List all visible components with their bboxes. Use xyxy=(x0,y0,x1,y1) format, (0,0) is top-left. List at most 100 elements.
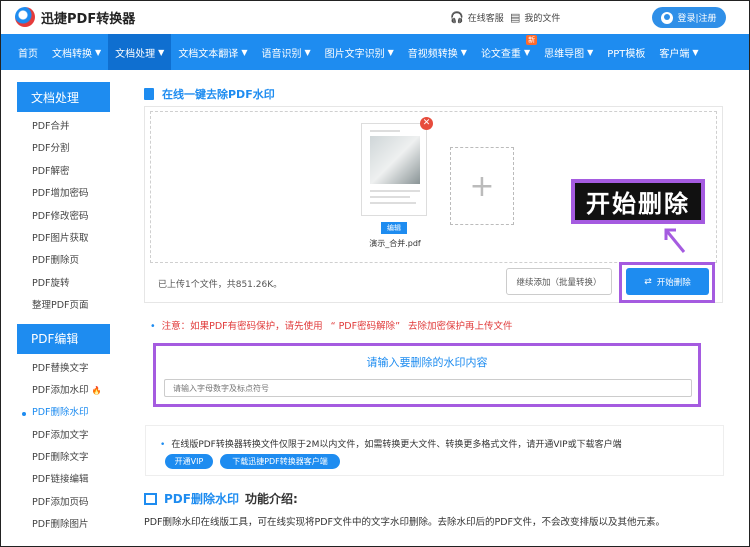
watermark-text-input[interactable] xyxy=(164,379,692,397)
my-files-link[interactable]: ▤ 我的文件 xyxy=(510,11,560,24)
nav-item-label: 论文查重 xyxy=(480,48,521,60)
sidebar-item[interactable]: 整理PDF页面 xyxy=(17,295,110,317)
thumb-line xyxy=(370,202,416,204)
sidebar-item[interactable]: PDF旋转 xyxy=(17,273,110,295)
sidebar-item[interactable]: PDF添加水印 🔥 xyxy=(17,380,110,402)
nav-item-3[interactable]: 文档文本翻译 ▼ xyxy=(171,34,254,70)
edit-tag[interactable]: 编辑 xyxy=(381,222,407,234)
caret-down-icon: ▼ xyxy=(95,47,102,57)
pdf-thumbnail[interactable] xyxy=(361,123,427,216)
nav-item-10[interactable]: 客户端 ▼ xyxy=(652,34,705,70)
continue-add-button[interactable]: 继续添加（批量转换） xyxy=(506,268,612,295)
nav-item-1[interactable]: 文档转换 ▼ xyxy=(45,34,108,70)
upload-status: 已上传1个文件，共851.26K。 xyxy=(158,280,283,290)
new-badge: 新 xyxy=(526,35,538,45)
main-nav: 首页 文档转换 ▼ 文档处理 ▼ 文档文本翻译 ▼ 语音识别 ▼ 图片文字识别 ▼ 音视频转换 ▼ 论文查… xyxy=(1,34,749,70)
top-header: 迅捷PDF转换器 🎧 在线客服 ▤ 我的文件 登录|注册 xyxy=(1,1,749,34)
caret-down-icon: ▼ xyxy=(460,47,467,57)
nav-item-label: 客户端 xyxy=(659,48,690,60)
sidebar-item[interactable]: PDF添加页码 xyxy=(17,492,110,514)
caret-down-icon: ▼ xyxy=(387,47,394,57)
sidebar-item-label: PDF添加文字 xyxy=(32,429,89,441)
thumb-line xyxy=(370,190,420,192)
sidebar-item[interactable]: PDF删除页 xyxy=(17,250,110,272)
caret-down-icon: ▼ xyxy=(692,47,699,57)
feature-intro-description: PDF删除水印在线版工具，可在线实现将PDF文件中的文字水印删除。去除水印后的P… xyxy=(144,517,666,528)
sidebar-item[interactable]: PDF删除图片 xyxy=(17,514,110,536)
feature-intro-title: PDF删除水印 功能介绍: xyxy=(144,490,298,507)
sidebar-item-label: PDF删除图片 xyxy=(32,519,89,531)
sidebar-item[interactable]: PDF分割 xyxy=(17,138,110,160)
password-remove-link[interactable]: “ PDF密码解除” xyxy=(331,321,400,332)
sidebar-list-pdf-edit: PDF替换文字 PDF添加水印 🔥 PDF删除水印 PDF添加文字 PDF删除文字 PDF链… xyxy=(17,354,110,543)
nav-item-label: 思维导图 xyxy=(544,48,585,60)
brand-name: 迅捷PDF转换器 xyxy=(41,11,136,27)
notice-prefix: 注意：如果PDF有密码保护，请先使用 xyxy=(161,321,323,332)
logo-icon xyxy=(15,7,35,27)
sidebar-item[interactable]: PDF合并 xyxy=(17,116,110,138)
thumb-image xyxy=(370,136,420,184)
caret-down-icon: ▼ xyxy=(304,47,311,57)
bullet-icon: • xyxy=(150,321,156,332)
nav-item-label: 图片文字识别 xyxy=(324,48,385,60)
sidebar-group-pdf-edit[interactable]: PDF编辑 xyxy=(17,323,110,354)
nav-item-0[interactable]: 首页 xyxy=(11,34,45,70)
nav-item-6[interactable]: 音视频转换 ▼ xyxy=(401,34,474,70)
sidebar-item-label: PDF删除水印 xyxy=(32,407,89,419)
my-files-label: 我的文件 xyxy=(524,14,561,24)
sidebar-item[interactable]: PDF删除文字 xyxy=(17,447,110,469)
document-icon: ▤ xyxy=(510,11,521,24)
login-register-button[interactable]: 登录|注册 xyxy=(652,7,726,28)
open-vip-button[interactable]: 开通VIP xyxy=(165,454,213,469)
remove-file-icon[interactable]: ✕ xyxy=(420,117,433,130)
page-title-text: 在线一键去除PDF水印 xyxy=(162,88,275,101)
add-file-button[interactable]: + xyxy=(450,147,514,225)
sidebar-item[interactable]: PDF链接编辑 xyxy=(17,469,110,491)
sidebar-item-label: PDF添加水印 xyxy=(32,384,89,396)
download-client-button[interactable]: 下载迅捷PDF转换器客户端 xyxy=(220,454,340,469)
sidebar-item[interactable]: PDF删除水印 xyxy=(17,402,110,424)
online-service-label: 在线客服 xyxy=(467,14,504,24)
watermark-input-card: 请输入要删除的水印内容 xyxy=(153,343,701,407)
intro-icon xyxy=(144,492,157,505)
watermark-input-title: 请输入要删除的水印内容 xyxy=(366,356,488,369)
vip-notice: • 在线版PDF转换器转换文件仅限于2M以内文件，如需转换更大文件、转换更多格式文… xyxy=(160,437,622,450)
sidebar-list-doc-processing: PDF合并 PDF分割 PDF解密 PDF增加密码 PDF修改密码 PDF图片获取 PDF删… xyxy=(17,112,110,324)
nav-item-9[interactable]: PPT模板 xyxy=(600,34,652,70)
nav-item-label: 音视频转换 xyxy=(407,48,458,60)
nav-item-label: PPT模板 xyxy=(607,48,646,60)
brand-logo[interactable]: 迅捷PDF转换器 xyxy=(15,7,135,27)
sidebar-item-label: PDF删除文字 xyxy=(32,452,89,464)
nav-item-7[interactable]: 论文查重 ▼ 新 xyxy=(474,34,538,70)
user-icon xyxy=(661,11,674,24)
sidebar-item[interactable]: PDF修改密码 xyxy=(17,206,110,228)
intro-title-suffix: 功能介绍: xyxy=(244,492,298,506)
headset-icon: 🎧 xyxy=(450,11,464,24)
sidebar: 文档处理 PDF合并 PDF分割 PDF解密 PDF增加密码 PDF修改密码 PDF图片获… xyxy=(17,82,110,543)
nav-item-8[interactable]: 思维导图 ▼ xyxy=(537,34,600,70)
thumb-line xyxy=(370,130,400,132)
notice-suffix: 去除加密保护再上传文件 xyxy=(408,321,513,332)
sidebar-item[interactable]: PDF增加密码 xyxy=(17,183,110,205)
sidebar-item-label: PDF添加页码 xyxy=(32,496,89,508)
start-delete-callout: 开始删除 xyxy=(571,179,705,224)
online-service-link[interactable]: 🎧 在线客服 xyxy=(450,11,504,24)
nav-item-label: 文档处理 xyxy=(115,48,156,60)
nav-item-5[interactable]: 图片文字识别 ▼ xyxy=(318,34,401,70)
nav-item-2[interactable]: 文档处理 ▼ xyxy=(108,34,172,70)
sidebar-group-doc-processing[interactable]: 文档处理 xyxy=(17,82,110,112)
callout-arrow-icon xyxy=(664,228,686,253)
sidebar-item[interactable]: PDF图片获取 xyxy=(17,228,110,250)
hot-fire-icon: 🔥 xyxy=(91,385,102,395)
nav-item-4[interactable]: 语音识别 ▼ xyxy=(254,34,317,70)
caret-down-icon: ▼ xyxy=(587,47,594,57)
password-notice: • 注意：如果PDF有密码保护，请先使用 “ PDF密码解除” 去除加密保护再上传文件 xyxy=(150,318,513,332)
caret-down-icon: ▼ xyxy=(241,47,248,57)
sidebar-item[interactable]: PDF替换文字 xyxy=(17,358,110,380)
sidebar-item[interactable]: PDF解密 xyxy=(17,161,110,183)
bullet-icon: • xyxy=(160,440,166,450)
sidebar-item-label: PDF替换文字 xyxy=(32,362,89,374)
login-label: 登录|注册 xyxy=(677,14,717,24)
sidebar-item[interactable]: PDF添加文字 xyxy=(17,425,110,447)
intro-title-main: PDF删除水印 xyxy=(164,492,239,506)
